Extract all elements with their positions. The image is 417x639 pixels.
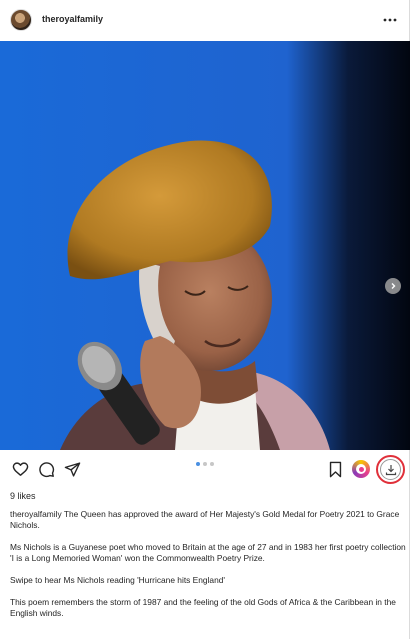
post-media[interactable] [0,41,410,450]
carousel-indicator [196,462,214,466]
comment-button[interactable] [36,459,56,479]
more-options-button[interactable] [380,10,400,30]
save-button[interactable] [325,459,345,479]
share-button[interactable] [62,459,82,479]
caption-paragraph-2: Ms Nichols is a Guyanese poet who moved … [10,542,406,563]
caption-first-paragraph: theroyalfamily The Queen has approved th… [10,509,408,531]
post-header: theroyalfamily [0,0,410,40]
send-icon [64,461,80,477]
post-actions [0,452,410,486]
avatar[interactable] [10,9,32,31]
caption-paragraph-4: This poem remembers the storm of 1987 an… [10,597,396,618]
heart-icon [12,461,28,476]
download-button[interactable] [376,455,405,484]
post-caption: theroyalfamily The Queen has approved th… [10,509,408,630]
like-button[interactable] [10,459,30,479]
carousel-dot [210,462,214,466]
carousel-dot [203,462,207,466]
post-username[interactable]: theroyalfamily [42,14,103,24]
chevron-right-icon [391,283,396,289]
comment-icon [38,461,54,477]
caption-paragraph-3: Swipe to hear Ms Nichols reading 'Hurric… [10,575,226,585]
post-photo [0,41,410,450]
extension-icon[interactable] [352,460,370,478]
more-horizontal-icon [383,18,397,22]
bookmark-icon [329,461,341,477]
instagram-post: theroyalfamily 9 likes theroyalfamily Th… [0,0,410,639]
caption-username[interactable]: theroyalfamily [10,509,62,519]
likes-count[interactable]: 9 likes [10,491,36,501]
caption-text: The Queen has approved the award of Her … [10,509,400,530]
carousel-next-button[interactable] [385,278,401,294]
download-icon [385,464,396,475]
carousel-dot-active [196,462,200,466]
